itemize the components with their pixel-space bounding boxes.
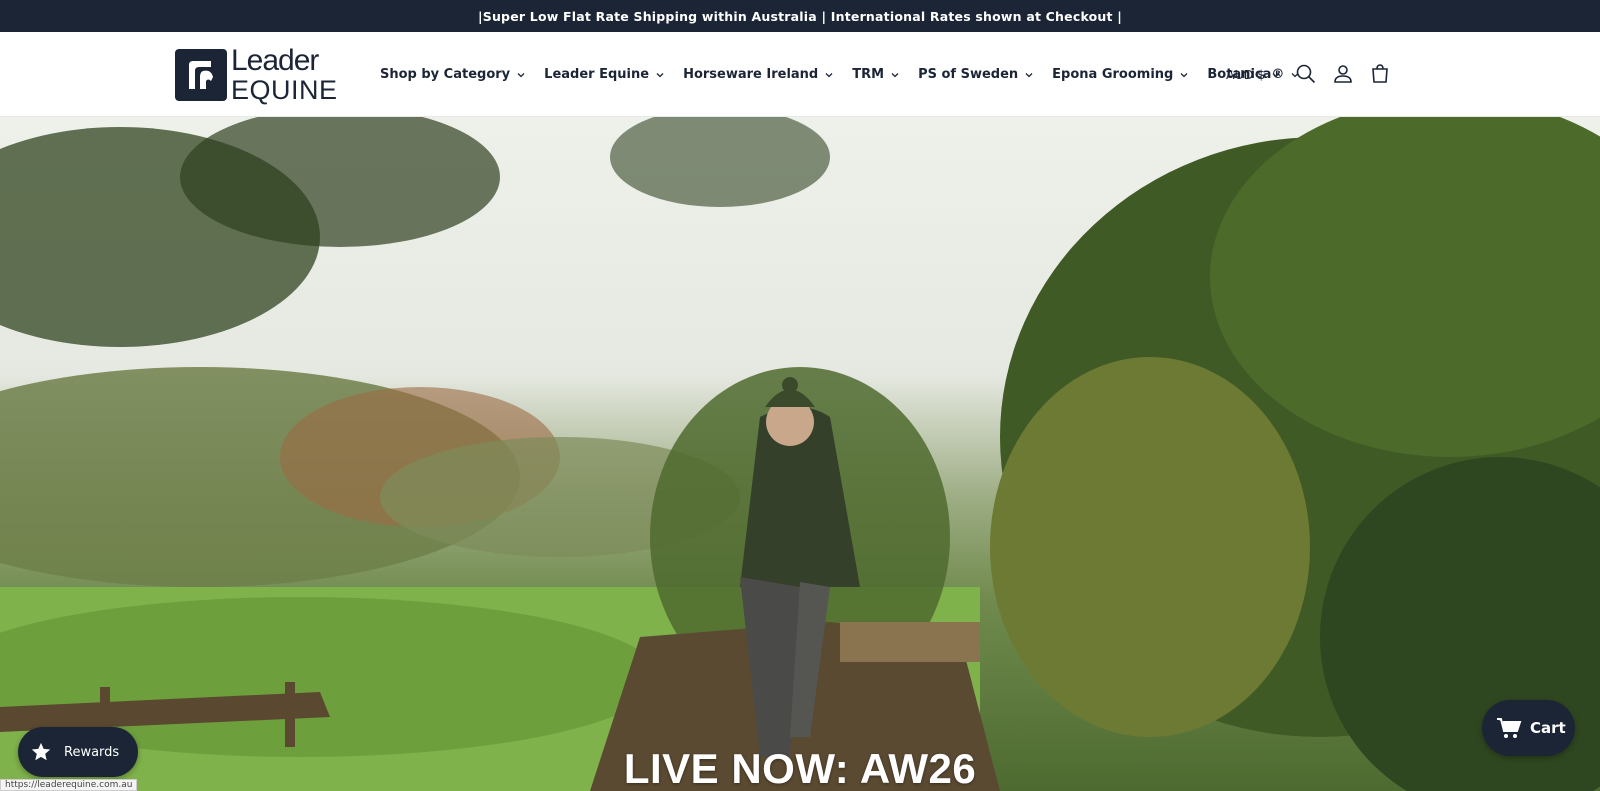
logo[interactable]: Leader EQUINE xyxy=(175,46,345,104)
nav-item-label: TRM xyxy=(852,67,885,82)
cart-label: Cart xyxy=(1530,719,1566,737)
horse-logo-icon xyxy=(175,49,227,101)
chevron-down-icon xyxy=(1272,72,1280,77)
floating-cart-button[interactable]: Cart xyxy=(1482,700,1575,756)
nav-item-label: PS of Sweden xyxy=(918,67,1019,82)
nav-item-shop-by-category[interactable]: Shop by Category xyxy=(380,67,526,82)
currency-label: AUD $ xyxy=(1226,67,1266,82)
chevron-down-icon xyxy=(825,72,833,77)
nav-item-leader-equine[interactable]: Leader Equine xyxy=(544,67,665,82)
nav-item-epona-grooming[interactable]: Epona Grooming xyxy=(1052,67,1189,82)
chevron-down-icon xyxy=(891,72,899,77)
shopping-cart-icon xyxy=(1497,718,1522,738)
cart-icon[interactable] xyxy=(1368,62,1392,86)
logo-wordmark: Leader EQUINE xyxy=(231,46,338,104)
star-icon xyxy=(31,742,51,761)
status-bar-url: https://leaderequine.com.au xyxy=(0,779,138,791)
chevron-down-icon xyxy=(1025,72,1033,77)
nav-item-label: Leader Equine xyxy=(544,67,650,82)
main-nav: Shop by Category Leader Equine Horseware… xyxy=(380,32,1318,117)
hero-title: LIVE NOW: AW26 xyxy=(623,745,977,791)
nav-item-label: Shop by Category xyxy=(380,67,511,82)
search-icon[interactable] xyxy=(1294,62,1318,86)
currency-selector[interactable]: AUD $ xyxy=(1226,32,1281,117)
logo-line2: EQUINE xyxy=(231,75,338,105)
nav-item-trm[interactable]: TRM xyxy=(852,67,900,82)
nav-item-label: Epona Grooming xyxy=(1052,67,1174,82)
nav-item-label: Horseware Ireland xyxy=(683,67,819,82)
chevron-down-icon xyxy=(656,72,664,77)
hero-banner[interactable]: LIVE NOW: AW26 xyxy=(0,117,1600,791)
logo-line1: Leader xyxy=(231,44,319,77)
hero-image xyxy=(0,117,1600,791)
account-icon[interactable] xyxy=(1331,62,1355,86)
site-header: Leader EQUINE Shop by Category Leader Eq… xyxy=(0,32,1600,117)
announcement-bar: |Super Low Flat Rate Shipping within Aus… xyxy=(0,0,1600,32)
rewards-button[interactable]: Rewards xyxy=(18,727,138,777)
rewards-label: Rewards xyxy=(64,744,120,760)
announcement-text: |Super Low Flat Rate Shipping within Aus… xyxy=(477,8,1122,24)
chevron-down-icon xyxy=(1180,72,1188,77)
chevron-down-icon xyxy=(517,72,525,77)
nav-item-horseware-ireland[interactable]: Horseware Ireland xyxy=(683,67,834,82)
nav-item-ps-of-sweden[interactable]: PS of Sweden xyxy=(918,67,1034,82)
